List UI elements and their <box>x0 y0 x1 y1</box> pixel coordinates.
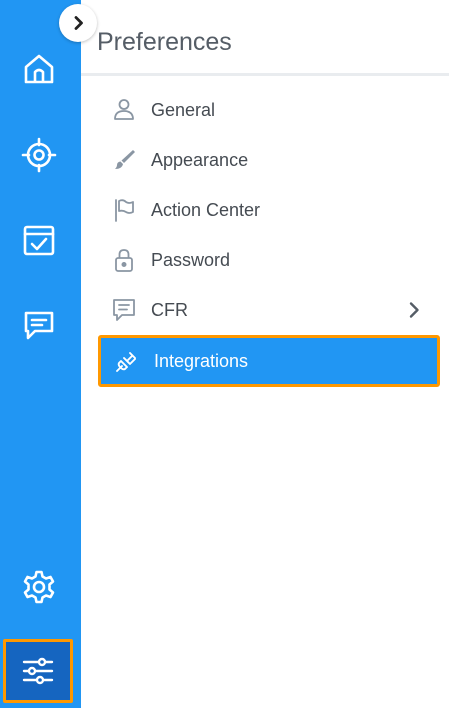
expand-sidebar-button[interactable] <box>59 4 97 42</box>
user-icon <box>114 99 134 120</box>
tasks-button[interactable] <box>13 214 65 266</box>
menu-item-label: Action Center <box>151 199 261 220</box>
chevron-right-icon <box>74 16 83 30</box>
menu-item-general[interactable]: General <box>98 86 440 134</box>
target-icon <box>21 137 57 173</box>
chevron-right-icon <box>409 302 419 318</box>
sidebar-rail <box>0 0 81 708</box>
home-icon <box>24 54 54 84</box>
menu-item-password[interactable]: Password <box>98 236 440 284</box>
preferences-button[interactable] <box>3 639 73 703</box>
target-button[interactable] <box>13 129 65 181</box>
calendar-check-icon <box>23 225 55 256</box>
menu-item-action-center[interactable]: Action Center <box>98 186 440 234</box>
page-title: Preferences <box>97 28 232 56</box>
menu-item-label: General <box>151 99 216 120</box>
plug-icon <box>116 352 136 372</box>
lock-icon <box>115 249 133 272</box>
menu-item-label: Password <box>151 249 231 270</box>
sliders-icon <box>22 657 54 685</box>
menu-item-label: CFR <box>151 299 188 320</box>
menu-item-label: Appearance <box>151 149 249 170</box>
home-button[interactable] <box>13 43 65 95</box>
messages-button[interactable] <box>13 299 65 351</box>
gear-icon <box>23 570 55 604</box>
menu-item-integrations[interactable]: Integrations <box>98 335 440 387</box>
settings-button[interactable] <box>13 561 65 613</box>
menu-item-appearance[interactable]: Appearance <box>98 136 440 184</box>
chat-icon <box>24 311 54 340</box>
menu-item-label: Integrations <box>154 350 249 371</box>
brush-icon <box>115 150 135 169</box>
flag-icon <box>115 199 134 222</box>
title-divider <box>81 73 449 76</box>
menu-item-cfr[interactable]: CFR <box>98 286 440 334</box>
message-list-icon <box>113 299 135 321</box>
